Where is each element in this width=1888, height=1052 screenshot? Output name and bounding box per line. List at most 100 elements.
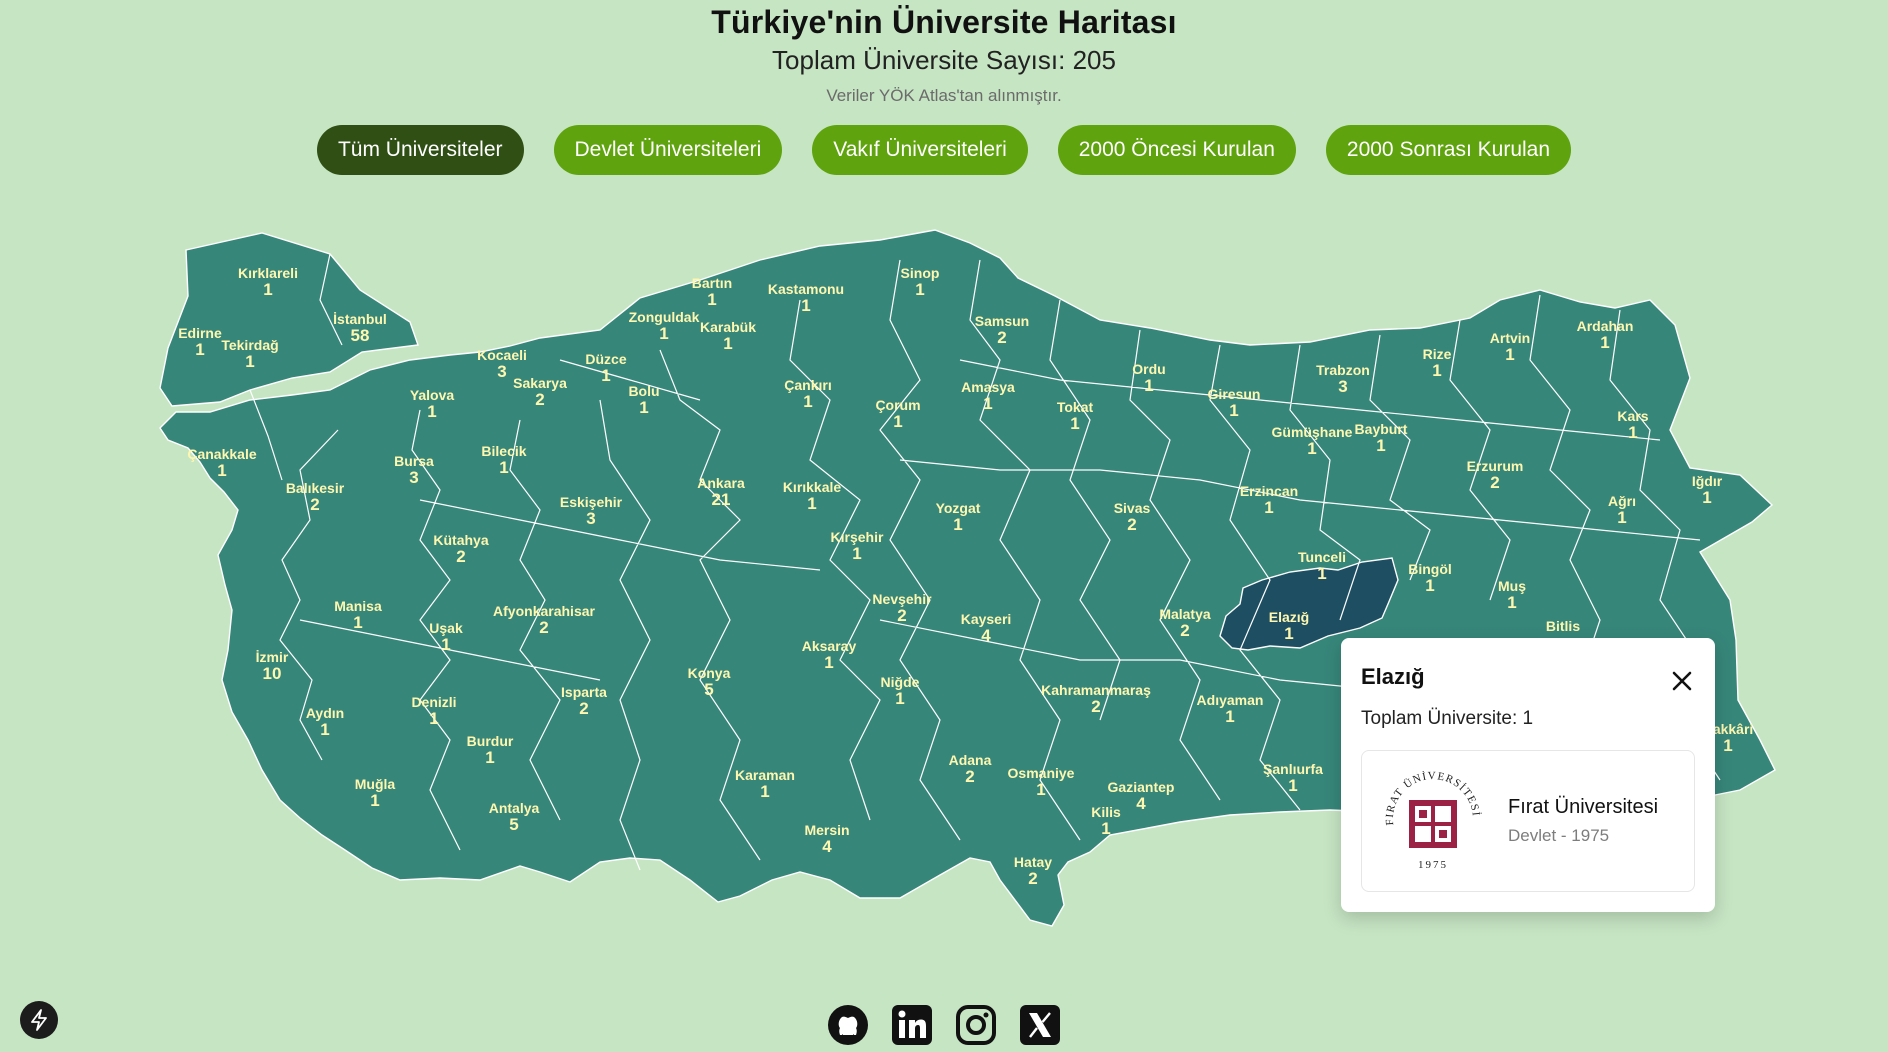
province-count-label: 1 [803, 392, 812, 411]
close-icon[interactable] [1669, 668, 1695, 694]
province-name-label: Uşak [429, 620, 463, 636]
instagram-icon[interactable] [955, 1004, 997, 1046]
province-name-label: Muş [1498, 578, 1526, 594]
province-name-label: Yalova [410, 387, 455, 403]
province-name-label: İstanbul [333, 311, 387, 327]
province-name-label: Manisa [334, 598, 382, 614]
province-count-label: 1 [370, 791, 379, 810]
province-count-label: 1 [824, 653, 833, 672]
province-name-label: Mersin [804, 822, 849, 838]
province-count-label: 1 [245, 352, 254, 371]
province-name-label: Kütahya [433, 532, 488, 548]
popup-total: Toplam Üniversite: 1 [1361, 708, 1534, 729]
province-name-label: Bartın [692, 275, 732, 291]
province-name-label: Adıyaman [1197, 692, 1264, 708]
province-name-label: Ardahan [1577, 318, 1634, 334]
university-card[interactable]: FIRAT ÜNİVERSİTESİ 1975 Fırat Üniversite… [1361, 750, 1695, 892]
province-count-label: 1 [601, 366, 610, 385]
province-count-label: 21 [712, 490, 731, 509]
province-count-label: 4 [1136, 794, 1146, 813]
province-count-label: 1 [639, 398, 648, 417]
province-count-label: 3 [586, 509, 595, 528]
province-name-label: Yozgat [936, 500, 981, 516]
province-count-label: 1 [852, 544, 861, 563]
province-name-label: Muğla [355, 776, 396, 792]
province-name-label: Kahramanmaraş [1041, 682, 1151, 698]
province-name-label: Niğde [881, 674, 920, 690]
province-name-label: Kırşehir [831, 529, 884, 545]
province-count-label: 1 [659, 324, 668, 343]
province-name-label: Bayburt [1355, 421, 1408, 437]
province-name-label: Ankara [697, 475, 745, 491]
province-count-label: 2 [1028, 869, 1037, 888]
province-count-label: 1 [1307, 439, 1316, 458]
province-name-label: Trabzon [1316, 362, 1370, 378]
province-count-label: 2 [1091, 697, 1100, 716]
province-count-label: 1 [1144, 376, 1153, 395]
svg-text:1975: 1975 [1418, 859, 1448, 871]
province-count-label: 2 [535, 390, 544, 409]
province-count-label: 1 [1702, 488, 1711, 507]
province-count-label: 2 [897, 606, 906, 625]
province-count-label: 1 [1288, 776, 1297, 795]
province-name-label: Bitlis [1546, 618, 1580, 634]
province-name-label: Şanlıurfa [1263, 761, 1323, 777]
popup-title: Elazığ [1361, 664, 1425, 689]
province-name-label: Edirne [178, 325, 222, 341]
province-name-label: Antalya [489, 800, 540, 816]
province-count-label: 1 [195, 340, 204, 359]
province-count-label: 1 [1376, 436, 1385, 455]
province-count-label: 1 [915, 280, 924, 299]
province-count-label: 1 [1600, 333, 1609, 352]
province-count-label: 1 [953, 515, 962, 534]
province-count-label: 1 [707, 290, 716, 309]
province-name-label: Ordu [1132, 361, 1165, 377]
province-count-label: 1 [895, 689, 904, 708]
province-count-label: 1 [1432, 361, 1441, 380]
province-count-label: 58 [351, 326, 370, 345]
province-name-label: Bolu [628, 383, 659, 399]
x-icon[interactable] [1019, 1004, 1061, 1046]
province-name-label: Rize [1423, 346, 1452, 362]
github-icon[interactable] [827, 1004, 869, 1046]
province-name-label: Gümüşhane [1272, 424, 1353, 440]
province-name-label: Eskişehir [560, 494, 623, 510]
province-name-label: Zonguldak [629, 309, 700, 325]
province-count-label: 5 [704, 680, 713, 699]
province-name-label: Kilis [1091, 804, 1121, 820]
province-name-label: Düzce [585, 351, 626, 367]
province-count-label: 1 [723, 334, 732, 353]
province-count-label: 1 [983, 394, 992, 413]
province-count-label: 2 [965, 767, 974, 786]
province-name-label: Tunceli [1298, 549, 1346, 565]
province-count-label: 1 [807, 494, 816, 513]
province-count-label: 2 [1127, 515, 1136, 534]
province-count-label: 1 [353, 613, 362, 632]
province-name-label: Burdur [467, 733, 514, 749]
province-name-label: Ağrı [1608, 493, 1636, 509]
province-count-label: 1 [1617, 508, 1626, 527]
province-name-label: Adana [949, 752, 992, 768]
province-name-label: Isparta [561, 684, 607, 700]
province-count-label: 1 [485, 748, 494, 767]
province-name-label: Artvin [1490, 330, 1530, 346]
province-count-label: 1 [1264, 498, 1273, 517]
province-count-label: 1 [1505, 345, 1514, 364]
university-name: Fırat Üniversitesi [1508, 796, 1659, 818]
province-name-label: Denizli [411, 694, 456, 710]
province-name-label: Kırıkkale [783, 479, 842, 495]
province-count-label: 1 [1425, 576, 1434, 595]
linkedin-icon[interactable] [891, 1004, 933, 1046]
province-count-label: 1 [1507, 593, 1516, 612]
province-count-label: 1 [263, 280, 272, 299]
province-name-label: Gaziantep [1108, 779, 1175, 795]
province-name-label: Samsun [975, 313, 1029, 329]
province-count-label: 1 [1101, 819, 1110, 838]
province-count-label: 1 [1317, 564, 1326, 583]
province-count-label: 1 [217, 461, 226, 480]
province-count-label: 1 [760, 782, 769, 801]
province-name-label: Çanakkale [187, 446, 256, 462]
province-count-label: 1 [1070, 414, 1079, 433]
province-count-label: 2 [579, 699, 588, 718]
province-count-label: 3 [409, 468, 418, 487]
